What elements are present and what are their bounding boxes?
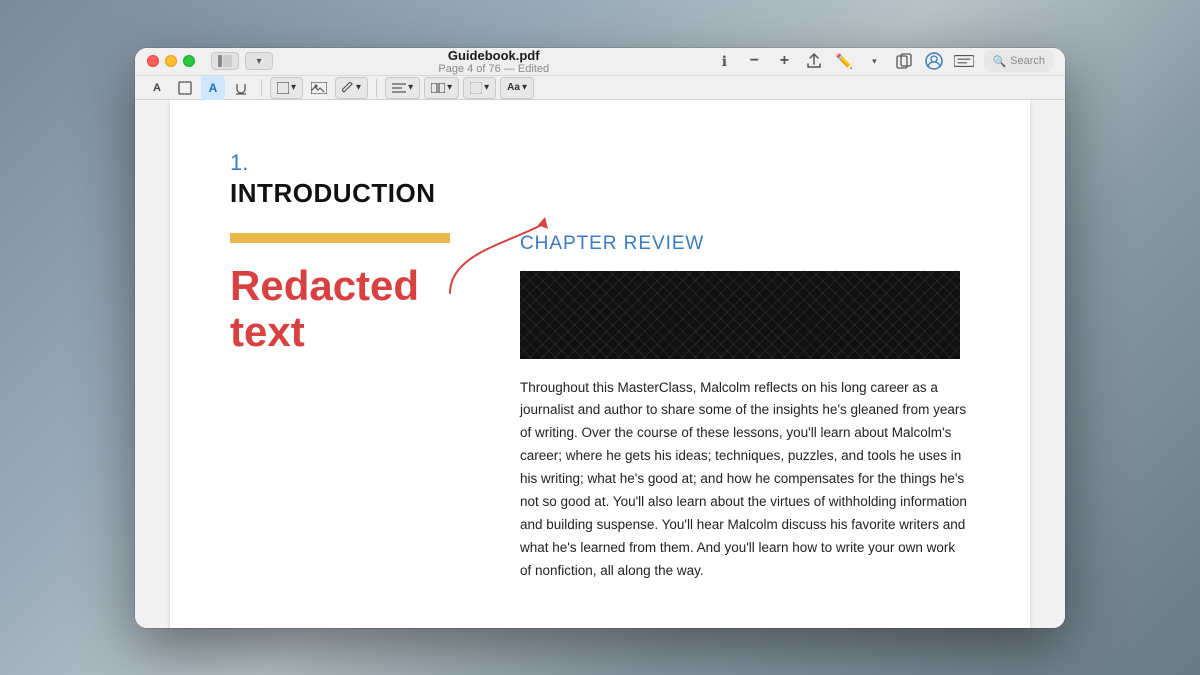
toolbar-right: ℹ − + ✏️ ▾ [714, 50, 1053, 72]
sidebar-toggle-button[interactable] [211, 52, 239, 70]
right-column: CHAPTER REVIEW Throughout this MasterCla… [520, 233, 970, 583]
search-placeholder: Search [1010, 55, 1045, 67]
title-bar: ▾ Guidebook.pdf Page 4 of 76 — Edited ℹ … [135, 48, 1065, 100]
markup-icon[interactable] [954, 51, 974, 71]
share-icon[interactable] [804, 51, 824, 71]
pen-chevron-icon[interactable]: ▾ [864, 51, 884, 71]
toolbar-separator-1 [261, 79, 262, 97]
rectangle-tool-icon[interactable] [173, 76, 197, 100]
pen-icon[interactable]: ✏️ [834, 51, 854, 71]
chevron-down-icon[interactable]: ▾ [245, 52, 273, 70]
traffic-lights [147, 55, 195, 67]
minimize-button[interactable] [165, 55, 177, 67]
toolbar-separator-2 [376, 79, 377, 97]
zoom-out-icon[interactable]: − [744, 51, 764, 71]
document-area: 1. INTRODUCTION Redacted [135, 100, 1065, 628]
color-dropdown[interactable]: ▾ [463, 77, 496, 99]
redacted-text-label: Redacted text [230, 263, 490, 355]
info-icon[interactable]: ℹ [714, 51, 734, 71]
search-box[interactable]: 🔍 Search [984, 50, 1053, 72]
redacted-content-block [520, 271, 970, 359]
align-dropdown[interactable]: ▾ [385, 77, 420, 99]
close-button[interactable] [147, 55, 159, 67]
zoom-in-icon[interactable]: + [774, 51, 794, 71]
redacted-pattern-overlay [520, 271, 960, 359]
body-text: Throughout this MasterClass, Malcolm ref… [520, 377, 970, 583]
annotation-toolbar: A A ▾ ▾ [135, 75, 1065, 100]
search-icon: 🔍 [992, 55, 1006, 68]
underline-tool-icon[interactable] [229, 76, 253, 100]
highlight-tool-icon[interactable]: A [201, 76, 225, 100]
view-dropdown[interactable]: ▾ [424, 77, 459, 99]
duplicate-icon[interactable] [894, 51, 914, 71]
image-insert-icon[interactable] [307, 76, 331, 100]
font-size-dropdown[interactable]: Aa ▾ [500, 77, 534, 99]
window-controls: ▾ [211, 52, 273, 70]
left-column: Redacted text [230, 233, 490, 583]
chapter-review-heading: CHAPTER REVIEW [520, 233, 970, 255]
title-info: Guidebook.pdf Page 4 of 76 — Edited [281, 48, 706, 75]
text-tool-icon[interactable]: A [145, 76, 169, 100]
filename-label: Guidebook.pdf [448, 48, 540, 63]
chapter-title: INTRODUCTION [230, 178, 970, 209]
fullscreen-button[interactable] [183, 55, 195, 67]
pdf-page: 1. INTRODUCTION Redacted [170, 100, 1030, 628]
two-column-layout: Redacted text CHAPTER REVIEW Throughout … [230, 233, 970, 583]
user-icon[interactable] [924, 51, 944, 71]
redacted-annotation: Redacted text [230, 263, 490, 355]
yellow-accent-bar [230, 233, 450, 243]
shapes-dropdown[interactable]: ▾ [270, 77, 303, 99]
page-info-label: Page 4 of 76 — Edited [438, 63, 549, 75]
page-number-label: 1. [230, 150, 970, 176]
draw-dropdown[interactable]: ▾ [335, 77, 368, 99]
pdf-viewer-window: ▾ Guidebook.pdf Page 4 of 76 — Edited ℹ … [135, 48, 1065, 628]
